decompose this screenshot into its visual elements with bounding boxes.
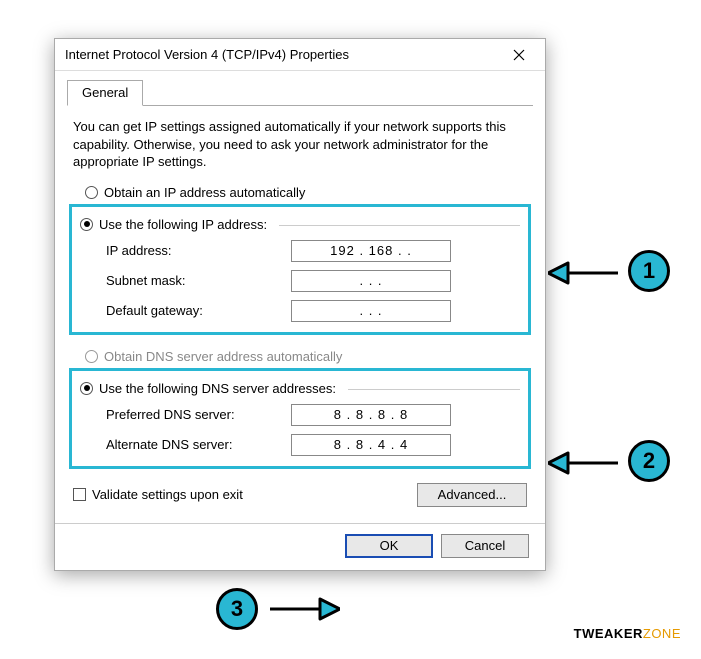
preferred-dns-input[interactable]: 8 . 8 . 8 . 8 — [291, 404, 451, 426]
cancel-button[interactable]: Cancel — [441, 534, 529, 558]
alternate-dns-label: Alternate DNS server: — [106, 437, 291, 452]
watermark: TWEAKERZONE — [574, 626, 681, 641]
radio-icon — [85, 186, 98, 199]
radio-dns-auto: Obtain DNS server address automatically — [85, 349, 533, 364]
highlight-ip-section: Use the following IP address: IP address… — [69, 204, 531, 335]
radio-icon — [85, 350, 98, 363]
preferred-dns-label: Preferred DNS server: — [106, 407, 291, 422]
radio-label: Obtain DNS server address automatically — [104, 349, 342, 364]
arrow-annotation-1 — [548, 248, 628, 298]
subnet-mask-input[interactable]: . . . — [291, 270, 451, 292]
radio-label: Obtain an IP address automatically — [104, 185, 305, 200]
arrow-annotation-2 — [548, 438, 628, 488]
tabstrip: General — [67, 79, 533, 106]
radio-icon — [80, 382, 93, 395]
radio-ip-manual[interactable]: Use the following IP address: — [80, 217, 520, 232]
radio-dns-manual[interactable]: Use the following DNS server addresses: — [80, 381, 520, 396]
description-text: You can get IP settings assigned automat… — [73, 118, 527, 171]
watermark-suffix: ZONE — [643, 626, 681, 641]
alternate-dns-input[interactable]: 8 . 8 . 4 . 4 — [291, 434, 451, 456]
radio-ip-auto[interactable]: Obtain an IP address automatically — [85, 185, 533, 200]
arrow-annotation-3 — [260, 584, 340, 634]
advanced-button[interactable]: Advanced... — [417, 483, 527, 507]
badge-annotation-2: 2 — [628, 440, 670, 482]
radio-icon — [80, 218, 93, 231]
default-gateway-input[interactable]: . . . — [291, 300, 451, 322]
radio-label: Use the following DNS server addresses: — [99, 381, 336, 396]
badge-annotation-3: 3 — [216, 588, 258, 630]
validate-checkbox[interactable] — [73, 488, 86, 501]
badge-annotation-1: 1 — [628, 250, 670, 292]
window-title: Internet Protocol Version 4 (TCP/IPv4) P… — [65, 47, 499, 62]
default-gateway-label: Default gateway: — [106, 303, 291, 318]
ip-address-input[interactable]: 192 . 168 . . — [291, 240, 451, 262]
tab-general[interactable]: General — [67, 80, 143, 106]
ip-address-label: IP address: — [106, 243, 291, 258]
ipv4-properties-dialog: Internet Protocol Version 4 (TCP/IPv4) P… — [54, 38, 546, 571]
highlight-dns-section: Use the following DNS server addresses: … — [69, 368, 531, 469]
ok-button[interactable]: OK — [345, 534, 433, 558]
close-button[interactable] — [499, 41, 539, 69]
radio-label: Use the following IP address: — [99, 217, 267, 232]
validate-label: Validate settings upon exit — [92, 487, 243, 502]
watermark-brand: TWEAKER — [574, 626, 643, 641]
titlebar: Internet Protocol Version 4 (TCP/IPv4) P… — [55, 39, 545, 71]
subnet-mask-label: Subnet mask: — [106, 273, 291, 288]
